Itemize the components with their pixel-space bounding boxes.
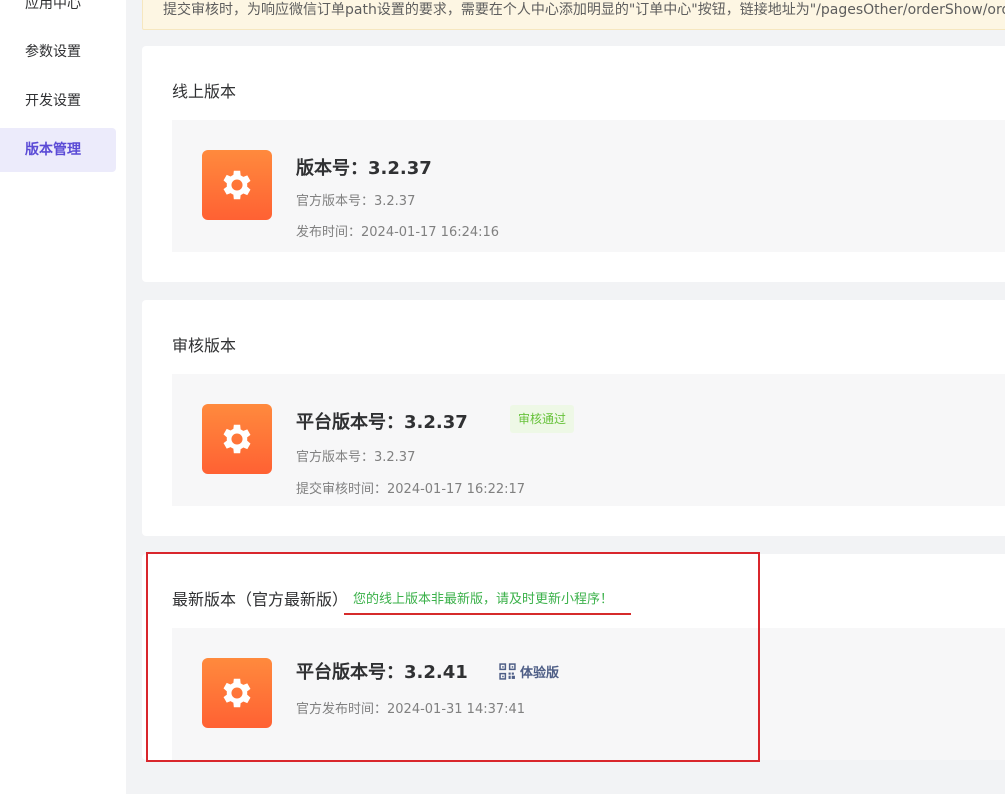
sidebar-item-dev-settings[interactable]: 开发设置	[0, 79, 116, 123]
warning-underline	[344, 613, 631, 615]
online-version-card: 线上版本 版本号：3.2.37 官方版本号：3.2.37 发布时间：2024-0…	[142, 46, 1005, 282]
app-icon	[202, 658, 272, 728]
notice-banner: 提交审核时，为响应微信订单path设置的要求，需要在个人中心添加明显的"订单中心…	[142, 0, 1005, 30]
sidebar-item-version-management[interactable]: 版本管理	[0, 128, 116, 172]
status-badge: 审核通过	[510, 405, 575, 433]
sidebar-item-app-center[interactable]: 应用中心	[0, 0, 116, 26]
qrcode-icon	[499, 663, 516, 680]
sidebar-item-parameter-settings[interactable]: 参数设置	[0, 30, 116, 74]
online-official-version: 官方版本号：3.2.37	[296, 194, 416, 209]
review-version-title: 审核版本	[172, 336, 237, 355]
online-version-number: 版本号：3.2.37	[296, 158, 432, 179]
experience-version-label: 体验版	[520, 666, 560, 681]
latest-version-panel: 平台版本号：3.2.41 体验版 官方发布时间：2024-01-31 14:37…	[172, 628, 1005, 760]
gear-icon	[223, 678, 251, 708]
update-warning: 您的线上版本非最新版，请及时更新小程序！	[353, 592, 614, 607]
review-version-card: 审核版本 平台版本号：3.2.37 审核通过 官方版本号：3.2.37 提交审核…	[142, 300, 1005, 536]
app-icon	[202, 404, 272, 474]
review-submit-time: 提交审核时间：2024-01-17 16:22:17	[296, 482, 526, 497]
latest-version-title: 最新版本（官方最新版）	[172, 590, 349, 609]
latest-version-card: 最新版本（官方最新版） 您的线上版本非最新版，请及时更新小程序！ 平台版本号：3…	[142, 554, 1005, 760]
app-icon	[202, 150, 272, 220]
online-release-time: 发布时间：2024-01-17 16:24:16	[296, 225, 500, 240]
notice-text: 提交审核时，为响应微信订单path设置的要求，需要在个人中心添加明显的"订单中心…	[163, 2, 1005, 18]
sidebar: 应用中心 参数设置 开发设置 版本管理	[0, 0, 126, 794]
gear-icon	[223, 170, 251, 200]
online-version-panel: 版本号：3.2.37 官方版本号：3.2.37 发布时间：2024-01-17 …	[172, 120, 1005, 252]
experience-version-link[interactable]: 体验版	[499, 662, 559, 681]
online-version-title: 线上版本	[172, 82, 237, 101]
review-official-version: 官方版本号：3.2.37	[296, 450, 416, 465]
latest-version-number: 平台版本号：3.2.41	[296, 662, 468, 683]
review-version-number: 平台版本号：3.2.37	[296, 412, 468, 433]
review-version-panel: 平台版本号：3.2.37 审核通过 官方版本号：3.2.37 提交审核时间：20…	[172, 374, 1005, 506]
gear-icon	[223, 424, 251, 454]
latest-official-release-time: 官方发布时间：2024-01-31 14:37:41	[296, 702, 526, 717]
